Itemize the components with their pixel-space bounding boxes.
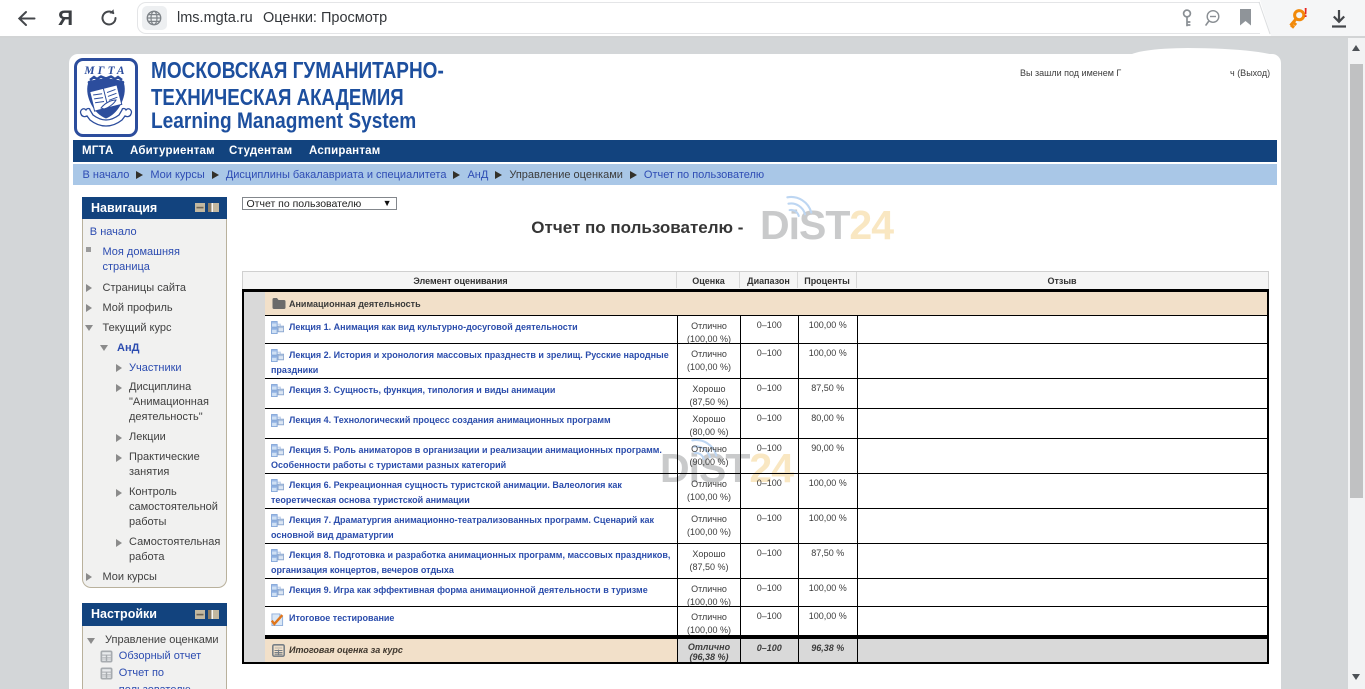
svg-text:!: ! [1304,8,1308,20]
svg-text:МГТА: МГТА [83,65,127,77]
